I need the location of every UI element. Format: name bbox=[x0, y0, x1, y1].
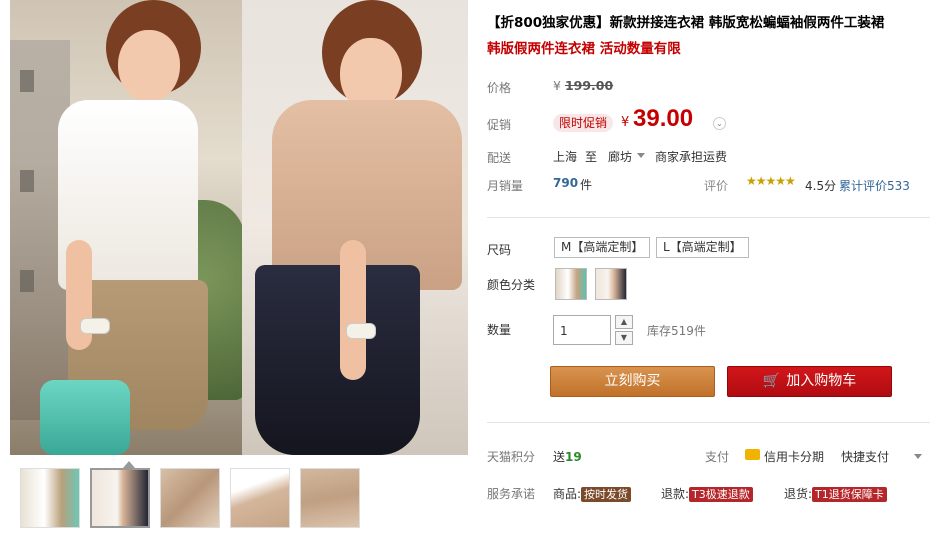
building-window bbox=[20, 270, 34, 292]
points-number: 19 bbox=[565, 450, 582, 464]
caret-down-icon[interactable] bbox=[637, 153, 645, 158]
service-goods: 商品: 按时发货 bbox=[553, 485, 632, 502]
model-bracelet bbox=[80, 318, 110, 334]
model-navy-skirt bbox=[255, 265, 420, 455]
ship-to-select[interactable]: 廊坊 bbox=[608, 148, 632, 165]
product-subtitle: 韩版假两件连衣裙 活动数量有限 bbox=[487, 41, 681, 57]
star-rating-icon: ★★★★★ bbox=[746, 174, 796, 188]
promo-badge: 限时促销 bbox=[553, 114, 614, 132]
quantity-increase-button[interactable]: ▲ bbox=[615, 315, 633, 329]
chevron-down-icon[interactable]: ⌄ bbox=[713, 117, 726, 130]
building-window bbox=[20, 70, 34, 92]
service-refund-tag[interactable]: T3极速退款 bbox=[689, 487, 753, 502]
points-prefix: 送 bbox=[553, 450, 566, 464]
service-goods-tag[interactable]: 按时发货 bbox=[581, 487, 632, 502]
thumbnail-3[interactable] bbox=[160, 468, 220, 528]
main-product-image[interactable] bbox=[10, 0, 468, 455]
divider bbox=[487, 422, 930, 423]
buy-now-button[interactable]: 立刻购买 bbox=[550, 366, 715, 397]
building-window bbox=[20, 170, 34, 192]
service-goods-label: 商品: bbox=[553, 487, 582, 501]
service-return-label: 退货: bbox=[784, 487, 813, 501]
promo-currency-symbol: ¥ bbox=[621, 115, 630, 130]
add-to-cart-label: 加入购物车 bbox=[786, 373, 857, 389]
add-to-cart-button[interactable]: 🛒 加入购物车 bbox=[727, 366, 892, 397]
thumbnail-4[interactable] bbox=[230, 468, 290, 528]
model-beige-shirt bbox=[272, 100, 462, 290]
credit-installment-link[interactable]: 信用卡分期 bbox=[764, 448, 824, 465]
ship-to-word: 至 bbox=[585, 150, 598, 164]
quantity-label: 数量 bbox=[487, 323, 512, 337]
quantity-decrease-button[interactable]: ▼ bbox=[615, 331, 633, 345]
divider bbox=[487, 217, 930, 218]
service-return-tag[interactable]: T1退货保障卡 bbox=[812, 487, 887, 502]
original-price-value: 199.00 bbox=[564, 78, 614, 93]
review-count-link[interactable]: 累计评价533 bbox=[839, 177, 910, 194]
service-return: 退货: T1退货保障卡 bbox=[784, 485, 887, 502]
monthly-sales-count: 790 bbox=[553, 176, 579, 190]
service-refund: 退款: T3极速退款 bbox=[661, 485, 753, 502]
photo-panel-left bbox=[10, 0, 245, 455]
service-refund-label: 退款: bbox=[661, 487, 690, 501]
product-gallery bbox=[8, 0, 468, 539]
rating-label: 评价 bbox=[704, 179, 729, 193]
stock-count: 库存519件 bbox=[647, 324, 706, 338]
size-option-m[interactable]: M【高端定制】 bbox=[554, 237, 651, 258]
promo-price: 39.00 bbox=[633, 105, 694, 132]
quick-pay-link[interactable]: 快捷支付 bbox=[841, 448, 889, 465]
promo-label: 促销 bbox=[487, 118, 512, 132]
thumbnail-5[interactable] bbox=[300, 468, 360, 528]
model-arm bbox=[340, 240, 366, 380]
color-label: 颜色分类 bbox=[487, 278, 536, 292]
monthly-sales-unit: 件 bbox=[580, 178, 593, 192]
monthly-sales-label: 月销量 bbox=[487, 179, 524, 193]
thumbnail-2[interactable] bbox=[90, 468, 150, 528]
thumbnail-1[interactable] bbox=[20, 468, 80, 528]
caret-down-icon[interactable] bbox=[914, 454, 922, 459]
product-title: 【折800独家优惠】新款拼接连衣裙 韩版宽松蝙蝠袖假两件工装裙 bbox=[487, 15, 885, 31]
currency-symbol: ¥ bbox=[553, 78, 561, 93]
color-swatch-1[interactable] bbox=[555, 268, 587, 300]
ship-from: 上海 bbox=[553, 150, 578, 164]
payment-label: 支付 bbox=[705, 450, 730, 464]
thumbnail-strip bbox=[20, 468, 360, 530]
color-swatch-2[interactable] bbox=[595, 268, 627, 300]
model-face bbox=[118, 30, 180, 102]
quantity-input[interactable]: 1 bbox=[553, 315, 611, 345]
original-price: ¥ 199.00 bbox=[553, 78, 613, 93]
shipping-fee: 商家承担运费 bbox=[655, 150, 728, 164]
size-option-l[interactable]: L【高端定制】 bbox=[656, 237, 749, 258]
model-bracelet bbox=[346, 323, 376, 339]
credit-card-icon bbox=[745, 449, 760, 460]
product-info: 【折800独家优惠】新款拼接连衣裙 韩版宽松蝙蝠袖假两件工装裙 韩版假两件连衣裙… bbox=[487, 0, 930, 539]
price-label: 价格 bbox=[487, 81, 512, 95]
rating-score: 4.5分 bbox=[805, 179, 837, 193]
active-thumbnail-arrow bbox=[123, 461, 135, 468]
points-label: 天猫积分 bbox=[487, 450, 536, 464]
model-teal-bag bbox=[40, 380, 130, 455]
cart-icon: 🛒 bbox=[762, 373, 781, 389]
service-label: 服务承诺 bbox=[487, 487, 536, 501]
shipping-label: 配送 bbox=[487, 151, 512, 165]
size-label: 尺码 bbox=[487, 243, 512, 257]
points-value: 送19 bbox=[553, 448, 582, 465]
